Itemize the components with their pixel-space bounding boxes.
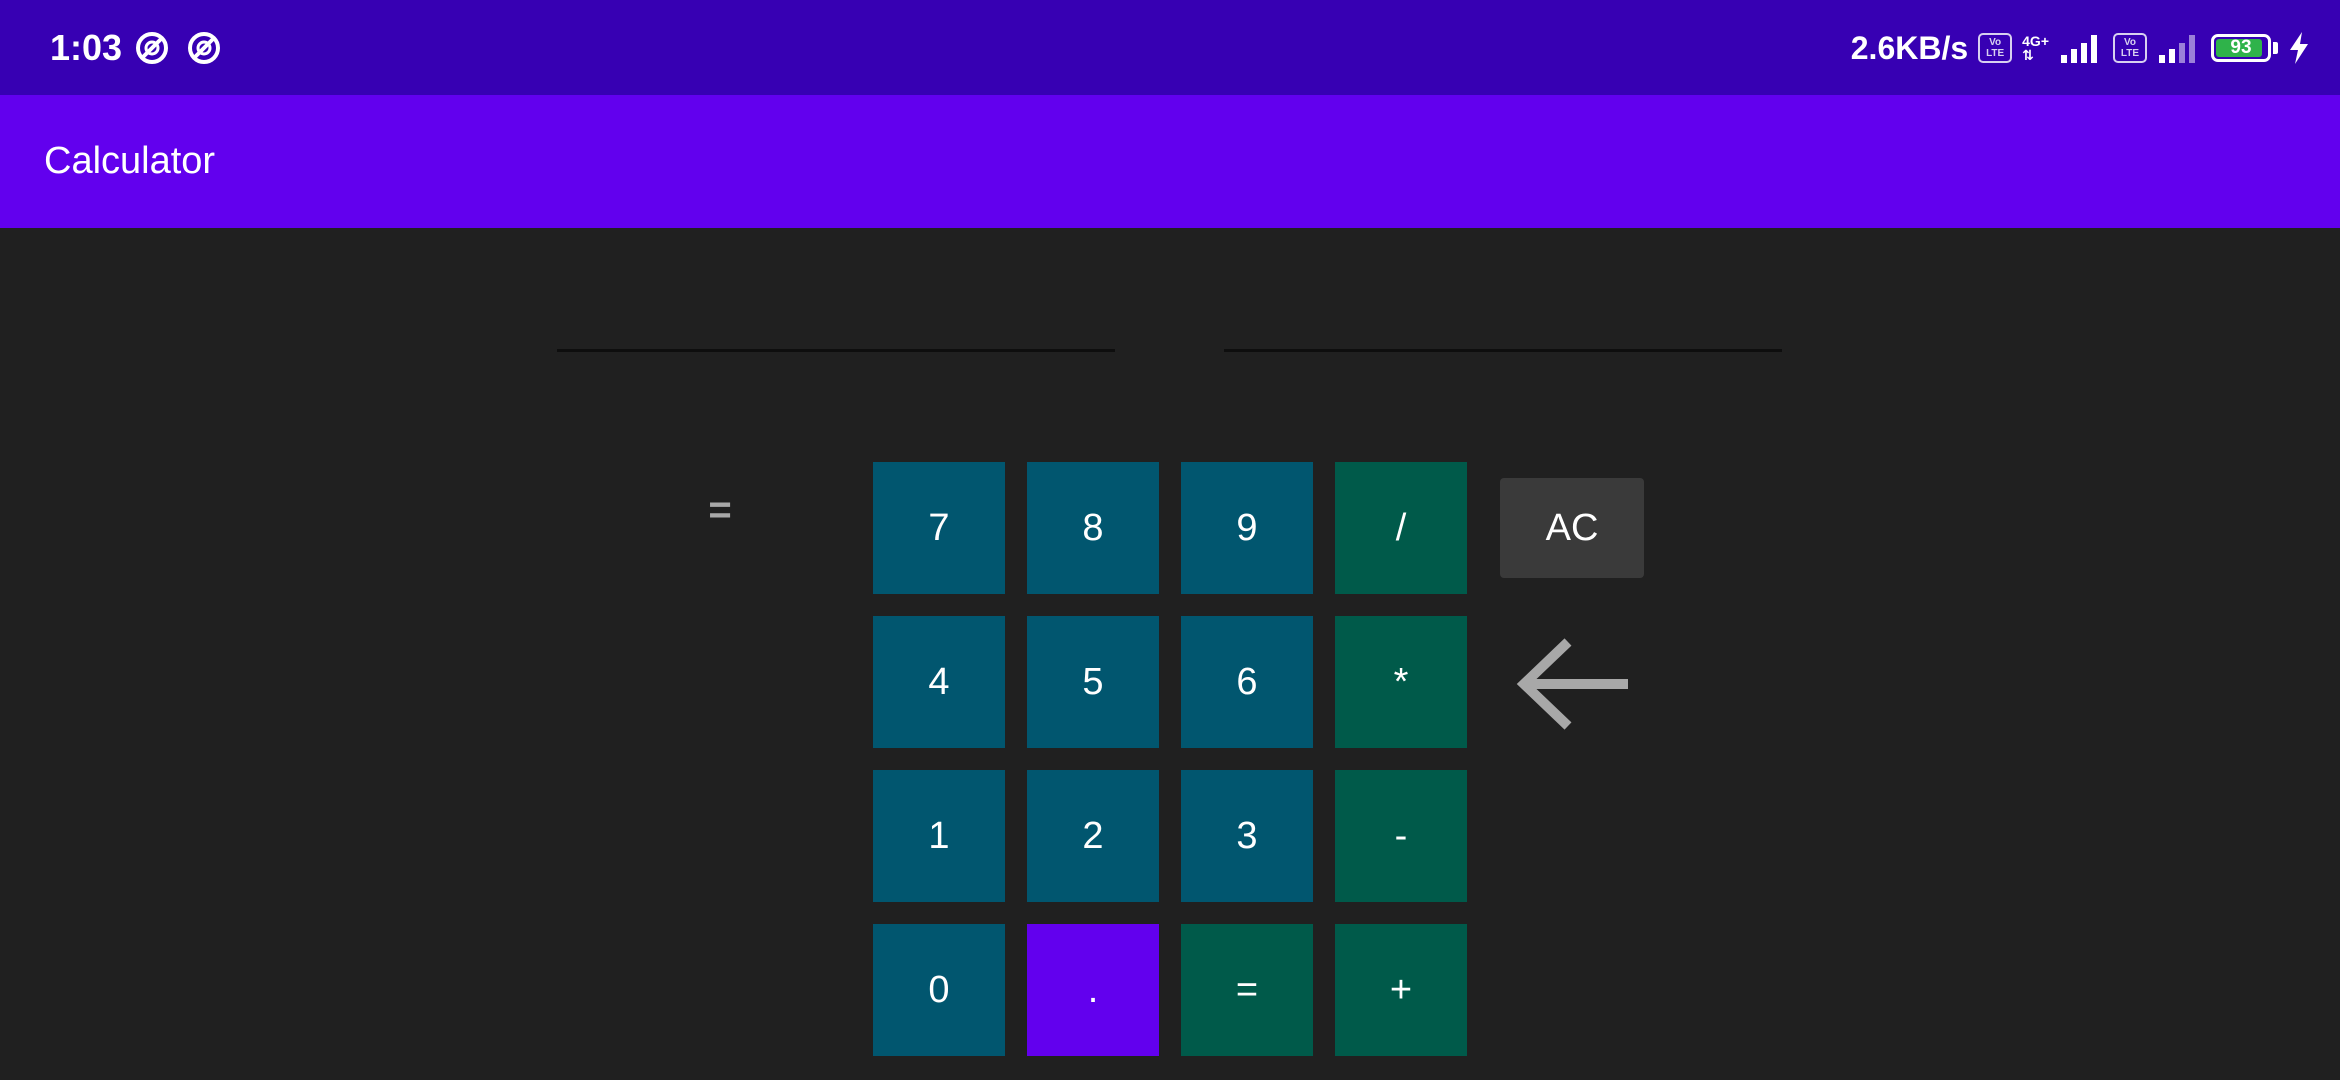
key-5[interactable]: 5 xyxy=(1027,616,1159,748)
battery-icon: 93 xyxy=(2211,34,2271,62)
key-2[interactable]: 2 xyxy=(1027,770,1159,902)
key-8[interactable]: 8 xyxy=(1027,462,1159,594)
battery-level: 93 xyxy=(2230,37,2252,58)
decimal-point-button[interactable]: . xyxy=(1027,924,1159,1056)
app-title: Calculator xyxy=(44,140,216,182)
volte-icon: Vo LTE xyxy=(2113,33,2147,63)
subtract-button[interactable]: - xyxy=(1335,770,1467,902)
volte-label-top: Vo xyxy=(1989,37,2002,48)
backspace-button[interactable] xyxy=(1512,634,1632,734)
notification-icon xyxy=(188,32,220,64)
first-operand-input[interactable] xyxy=(557,278,1115,352)
volte-label-top: Vo xyxy=(2123,37,2137,48)
network-speed: 2.6KB/s xyxy=(1850,30,1969,66)
all-clear-button[interactable]: AC xyxy=(1500,478,1644,578)
result-equals-sign: = xyxy=(708,488,732,532)
volte-label-bottom: LTE xyxy=(1986,48,2005,59)
add-button[interactable]: + xyxy=(1335,924,1467,1056)
status-time: 1:03 xyxy=(50,27,123,68)
equals-button[interactable]: = xyxy=(1181,924,1313,1056)
notification-icon xyxy=(136,32,168,64)
charging-icon xyxy=(2290,32,2308,64)
second-operand-input[interactable] xyxy=(1224,278,1782,352)
volte-icon: Vo LTE xyxy=(1978,33,2013,63)
key-0[interactable]: 0 xyxy=(873,924,1005,1056)
volte-label-bottom: LTE xyxy=(2120,48,2140,59)
key-6[interactable]: 6 xyxy=(1181,616,1313,748)
signal-icon xyxy=(2159,35,2195,63)
data-arrows-icon: ⇅ xyxy=(2022,47,2034,63)
battery-cap xyxy=(2273,42,2278,54)
divide-button[interactable]: / xyxy=(1335,462,1467,594)
app-bar: Calculator xyxy=(0,95,2340,228)
key-7[interactable]: 7 xyxy=(873,462,1005,594)
signal-icon xyxy=(2061,35,2097,63)
status-indicators: 2.6KB/s Vo LTE 4G+ ⇅ Vo LTE 93 xyxy=(1851,26,2310,70)
network-type: 4G+ ⇅ xyxy=(2022,34,2049,62)
key-9[interactable]: 9 xyxy=(1181,462,1313,594)
arrow-left-icon xyxy=(1516,638,1628,730)
status-bar: 1:03 2.6KB/s Vo LTE 4G+ ⇅ Vo LTE 93 xyxy=(0,0,2340,95)
key-3[interactable]: 3 xyxy=(1181,770,1313,902)
network-type-label: 4G+ xyxy=(2022,33,2049,49)
key-4[interactable]: 4 xyxy=(873,616,1005,748)
key-1[interactable]: 1 xyxy=(873,770,1005,902)
multiply-button[interactable]: * xyxy=(1335,616,1467,748)
